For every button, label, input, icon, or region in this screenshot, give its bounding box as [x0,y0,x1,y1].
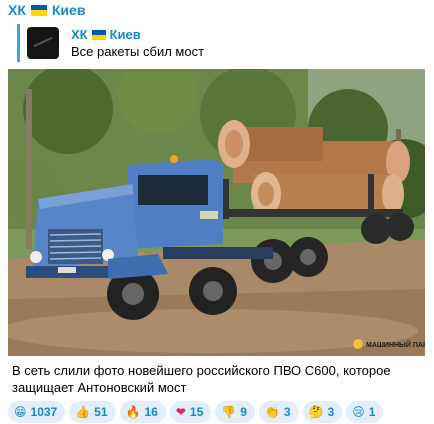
thumbs-down-emoji-icon: 👎 [221,405,237,419]
reaction-count: 3 [283,405,291,419]
reaction-count: 9 [240,405,247,419]
reply-text: Все ракеты сбил мост [71,43,205,59]
post-photo[interactable]: МАШИННЫЙ ПАРК [8,69,425,356]
reaction-grin[interactable]: 😁 1037 [8,401,66,423]
ukraine-flag-icon [91,29,106,40]
cry-emoji-icon: 😢 [352,405,365,419]
channel-header[interactable]: ХК Киев [8,0,85,20]
clap-emoji-icon: 👏 [264,405,280,419]
thinking-emoji-icon: 🤔 [308,405,324,419]
reaction-thinking[interactable]: 🤔 3 [302,401,343,423]
post-caption: В сеть слили фото новейшего российского … [12,363,391,395]
truck-photo-illustration: МАШИННЫЙ ПАРК [8,69,425,356]
thumbs-up-emoji-icon: 👍 [75,405,91,419]
reaction-cry[interactable]: 😢 1 [346,401,384,423]
reaction-count: 16 [144,405,158,419]
reaction-thumbs-down[interactable]: 👎 9 [215,401,255,423]
reply-title-suffix: Киев [109,26,141,42]
reaction-fire[interactable]: 🔥 16 [119,401,166,423]
reactions-bar: 😁 1037 👍 51 🔥 16 ❤ 15 👎 9 👏 3 🤔 3 😢 1 [8,401,384,423]
reply-preview[interactable]: ХК Киев Все ракеты сбил мост [17,24,425,62]
reaction-clap[interactable]: 👏 3 [258,401,299,423]
reaction-count: 15 [189,405,204,419]
channel-avatar [27,27,59,59]
reaction-count: 3 [327,405,335,419]
grin-emoji-icon: 😁 [14,405,27,419]
heart-emoji-icon: ❤ [175,405,186,419]
fire-emoji-icon: 🔥 [125,405,141,419]
reply-title-name: ХК [71,26,88,42]
channel-name-suffix[interactable]: Киев [52,2,86,18]
reaction-thumbs-up[interactable]: 👍 51 [69,401,116,423]
reaction-count: 1 [368,405,376,419]
watermark-text: МАШИННЫЙ ПАРК [366,340,425,349]
reaction-count: 1037 [30,405,58,419]
reaction-count: 51 [94,405,108,419]
reaction-heart[interactable]: ❤ 15 [169,401,212,423]
channel-name[interactable]: ХК [8,2,26,18]
ukraine-flag-icon [30,4,47,16]
reply-title: ХК Киев [71,27,204,43]
